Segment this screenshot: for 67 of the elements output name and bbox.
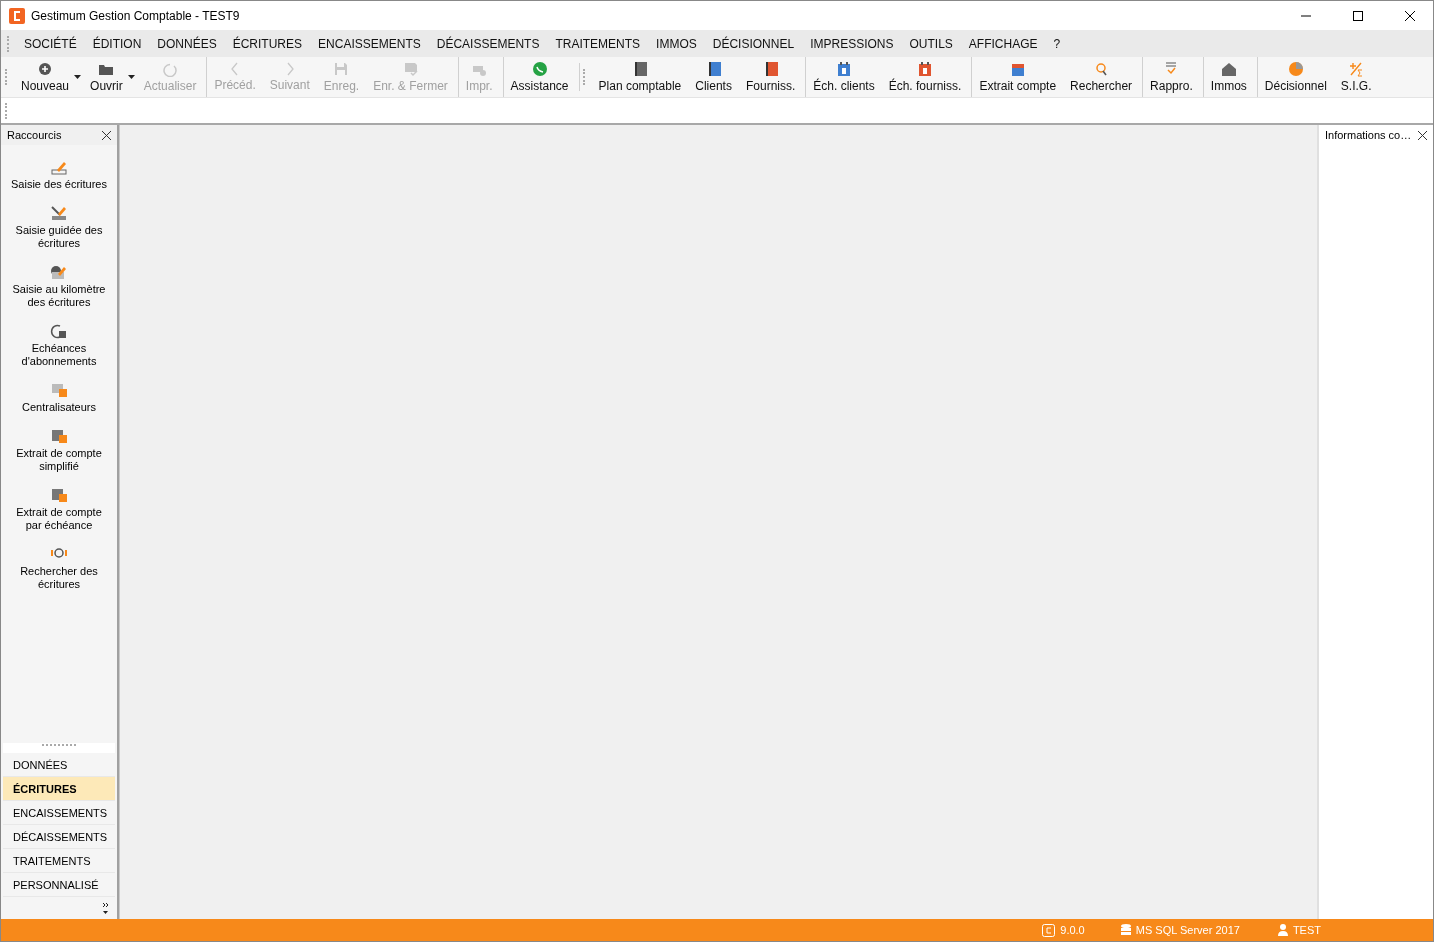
close-icon[interactable] [1405, 10, 1415, 21]
shortcut-item[interactable]: Saisie au kilomètre des écritures [3, 264, 115, 309]
menu-item[interactable]: DÉCAISSEMENTS [428, 32, 548, 55]
toolbar-button[interactable]: Ouvrir [83, 57, 130, 97]
toolbar-button[interactable]: Éch. clients [805, 57, 882, 97]
window-title: Gestimum Gestion Comptable - TEST9 [31, 8, 241, 23]
left-chevron-icon [231, 62, 240, 76]
toolbar-button[interactable]: Éch. fourniss. [881, 57, 969, 97]
app-logo-icon [1042, 923, 1056, 937]
calendar-icon [835, 61, 853, 77]
toolbar-button[interactable]: Assistance [502, 57, 576, 97]
menu-item[interactable]: SOCIÉTÉ [16, 32, 85, 55]
panel-title: Informations co… [1325, 129, 1412, 141]
shortcut-item[interactable]: Extrait de compte simplifié [3, 428, 115, 473]
shortcut-item[interactable]: Extrait de compte par échéance [3, 487, 115, 532]
recurring-calendar-icon [50, 323, 68, 339]
maximize-icon[interactable] [1353, 10, 1363, 21]
caret-icon[interactable] [74, 75, 82, 79]
user-text: TEST [1292, 924, 1321, 936]
pencil-gauge-icon [50, 264, 68, 280]
menu-item[interactable]: ? [1045, 32, 1069, 55]
splitter-grip-icon[interactable] [41, 743, 77, 747]
chevron-double-icon[interactable] [102, 902, 109, 914]
toolbar-button[interactable]: S.I.G. [1333, 57, 1379, 97]
pie-chart-icon [1286, 61, 1305, 77]
menu-item[interactable]: OUTILS [901, 32, 961, 55]
refresh-icon [161, 61, 180, 77]
shortcut-item[interactable]: Centralisateurs [3, 382, 115, 414]
shortcut-item[interactable]: Saisie des écritures [3, 159, 115, 191]
menu-item[interactable]: IMMOS [648, 32, 705, 55]
menu-item[interactable]: IMPRESSIONS [802, 32, 902, 55]
house-icon [1219, 61, 1238, 77]
toolbar-button[interactable]: Plan comptable [591, 57, 689, 97]
toolbar-button[interactable]: Nouveau [14, 57, 77, 97]
section-tab[interactable]: ÉCRITURES [3, 777, 115, 801]
menu-item[interactable]: AFFICHAGE [960, 32, 1046, 55]
toolbar-button[interactable]: Extrait compte [971, 57, 1064, 97]
app-logo-icon [9, 7, 25, 24]
panel-title: Raccourcis [7, 129, 62, 141]
toolbar-button[interactable]: Immos [1202, 57, 1254, 97]
toolbar-button[interactable]: Rappro. [1142, 57, 1200, 97]
plus-circle-icon [36, 61, 54, 77]
toolbar-button[interactable]: Clients [688, 57, 739, 97]
menu-item[interactable]: DÉCISIONNEL [704, 32, 803, 55]
database-text: MS SQL Server 2017 [1135, 924, 1240, 936]
calendar-icon [916, 61, 934, 77]
shortcut-item[interactable]: Saisie guidée des écritures [3, 205, 115, 250]
toolbar-button[interactable]: Décisionnel [1256, 57, 1334, 97]
chat-bubble-icon [530, 61, 549, 77]
menu-item[interactable]: TRAITEMENTS [547, 32, 649, 55]
toolbar-button[interactable]: Fourniss. [738, 57, 803, 97]
right-chevron-icon [285, 62, 294, 76]
user-icon [1277, 924, 1288, 936]
shortcut-item[interactable]: Echéances d'abonnements [3, 323, 115, 368]
caret-icon[interactable] [127, 75, 135, 79]
menu-item[interactable]: ENCAISSEMENTS [310, 32, 429, 55]
version-text: 9.0.0 [1060, 924, 1085, 936]
close-icon[interactable] [1418, 130, 1427, 140]
close-icon[interactable] [102, 130, 111, 140]
toolbar-button[interactable]: Rechercher [1063, 57, 1140, 97]
menu-item[interactable]: ÉDITION [84, 32, 150, 55]
database-icon [1120, 924, 1131, 936]
shortcut-item[interactable]: Rechercher des écritures [3, 546, 115, 591]
menu-item[interactable]: DONNÉES [149, 32, 225, 55]
menu-item[interactable]: ÉCRITURES [224, 32, 311, 55]
pencil-ruler-icon [50, 159, 68, 175]
pencil-ruler-icon [50, 205, 68, 221]
